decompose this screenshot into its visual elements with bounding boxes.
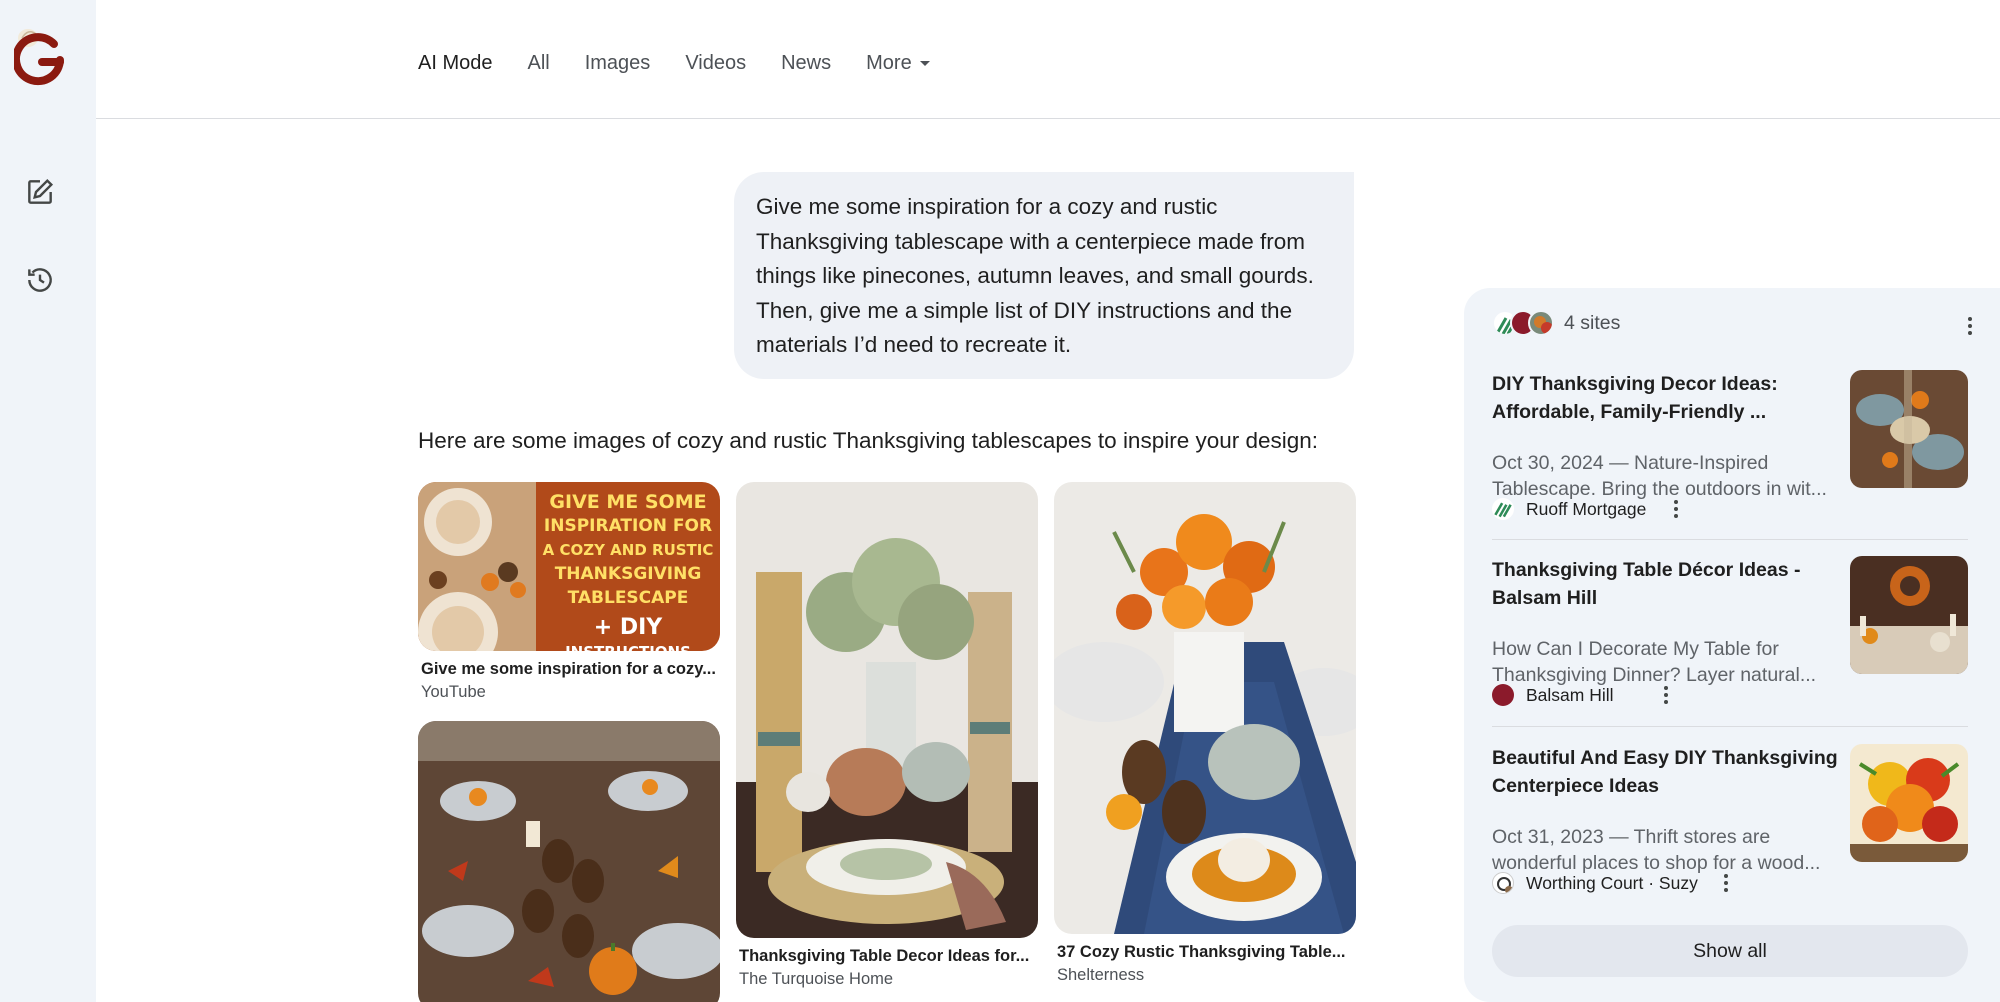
- image-source: The Turquoise Home: [739, 970, 894, 988]
- source-thumbnail[interactable]: [1850, 370, 1968, 488]
- ruoff-favicon: [1492, 498, 1514, 520]
- source-site-name: Balsam Hill: [1526, 684, 1614, 705]
- image-caption-shelterness[interactable]: 37 Cozy Rustic Thanksgiving Table... She…: [1057, 943, 1357, 985]
- thumbnail-overlay-text: GIVE ME SOME INSPIRATION FOR A COZY AND …: [536, 490, 720, 651]
- image-title: Thanksgiving Table Decor Ideas for...: [739, 947, 1030, 965]
- source-thumbnail[interactable]: [1850, 556, 1968, 674]
- sites-header[interactable]: 4 sites: [1492, 310, 1620, 336]
- source-more-icon[interactable]: [1664, 497, 1688, 521]
- source-site-name: Worthing Court · Suzy: [1526, 872, 1698, 893]
- source-more-icon[interactable]: [1714, 871, 1738, 895]
- sources-panel: 4 sites DIY Thanksgiving Decor Ideas: Af…: [1464, 288, 2000, 1002]
- history-icon[interactable]: [20, 260, 60, 300]
- thumbnail-line: GIVE ME SOME: [549, 491, 707, 513]
- thumbnail-line: A COZY AND RUSTIC: [542, 541, 714, 559]
- source-snippet: Oct 30, 2024 — Nature-Inspired Tablescap…: [1492, 452, 1827, 500]
- divider: [1492, 539, 1968, 540]
- image-caption-turquoise-home[interactable]: Thanksgiving Table Decor Ideas for... Th…: [739, 947, 1039, 989]
- balsam-favicon: [1492, 684, 1514, 706]
- image-result-pinecones-table[interactable]: [418, 721, 720, 1002]
- chevron-down-icon: [919, 61, 930, 67]
- sites-count: 4 sites: [1564, 311, 1621, 334]
- image-caption-youtube[interactable]: Give me some inspiration for a cozy... Y…: [421, 660, 721, 702]
- divider: [1492, 726, 1968, 727]
- top-nav: AI Mode All Images Videos News More: [96, 0, 2000, 119]
- show-all-button[interactable]: Show all: [1492, 925, 1968, 977]
- tab-videos[interactable]: Videos: [685, 50, 746, 76]
- thumbnail-line: + DIY: [593, 615, 663, 640]
- source-site[interactable]: Ruoff Mortgage: [1492, 498, 1646, 520]
- source-title[interactable]: Beautiful And Easy DIY Thanksgiving Cent…: [1492, 744, 1842, 800]
- source-title[interactable]: Thanksgiving Table Décor Ideas - Balsam …: [1492, 556, 1842, 612]
- source-title[interactable]: DIY Thanksgiving Decor Ideas: Affordable…: [1492, 370, 1842, 426]
- left-rail: [0, 0, 96, 1002]
- source-site-name: Ruoff Mortgage: [1526, 498, 1647, 519]
- source-snippet: Oct 31, 2023 — Thrift stores are wonderf…: [1492, 826, 1821, 874]
- image-result-youtube[interactable]: GIVE ME SOME INSPIRATION FOR A COZY AND …: [418, 482, 720, 651]
- image-source: Shelterness: [1057, 966, 1145, 984]
- thumbnail-line: TABLESCAPE: [567, 588, 689, 608]
- source-snippet: How Can I Decorate My Table for Thanksgi…: [1492, 638, 1817, 686]
- source-site[interactable]: Balsam Hill: [1492, 684, 1614, 706]
- source-thumbnail[interactable]: [1850, 744, 1968, 862]
- source-site[interactable]: Worthing Court · Suzy: [1492, 872, 1698, 894]
- google-logo[interactable]: [12, 24, 70, 88]
- thumbnail-line: INSTRUCTIONS: [536, 640, 720, 651]
- new-chat-icon[interactable]: [20, 172, 60, 212]
- answer-intro: Here are some images of cozy and rustic …: [418, 428, 1319, 453]
- image-result-shelterness[interactable]: [1054, 482, 1356, 934]
- worthing-favicon: [1492, 872, 1514, 894]
- tab-news[interactable]: News: [781, 50, 831, 76]
- thumbnail-line: INSPIRATION FOR: [543, 516, 713, 536]
- user-query-bubble: Give me some inspiration for a cozy and …: [734, 172, 1354, 379]
- sources-more-icon[interactable]: [1958, 314, 1982, 338]
- tab-all[interactable]: All: [527, 50, 549, 76]
- worthing-favicon: [1528, 310, 1554, 336]
- image-result-turquoise-home[interactable]: [736, 482, 1038, 938]
- source-more-icon[interactable]: [1654, 683, 1678, 707]
- thumbnail-line: THANKSGIVING: [554, 564, 702, 584]
- tab-more[interactable]: More: [866, 50, 930, 76]
- tab-images[interactable]: Images: [585, 50, 651, 76]
- search-tabs: AI Mode All Images Videos News More: [418, 50, 965, 76]
- image-title: Give me some inspiration for a cozy...: [421, 660, 716, 678]
- image-source: YouTube: [421, 683, 486, 701]
- image-title: 37 Cozy Rustic Thanksgiving Table...: [1057, 943, 1346, 961]
- tab-more-label: More: [866, 52, 912, 74]
- tab-ai-mode[interactable]: AI Mode: [418, 50, 492, 76]
